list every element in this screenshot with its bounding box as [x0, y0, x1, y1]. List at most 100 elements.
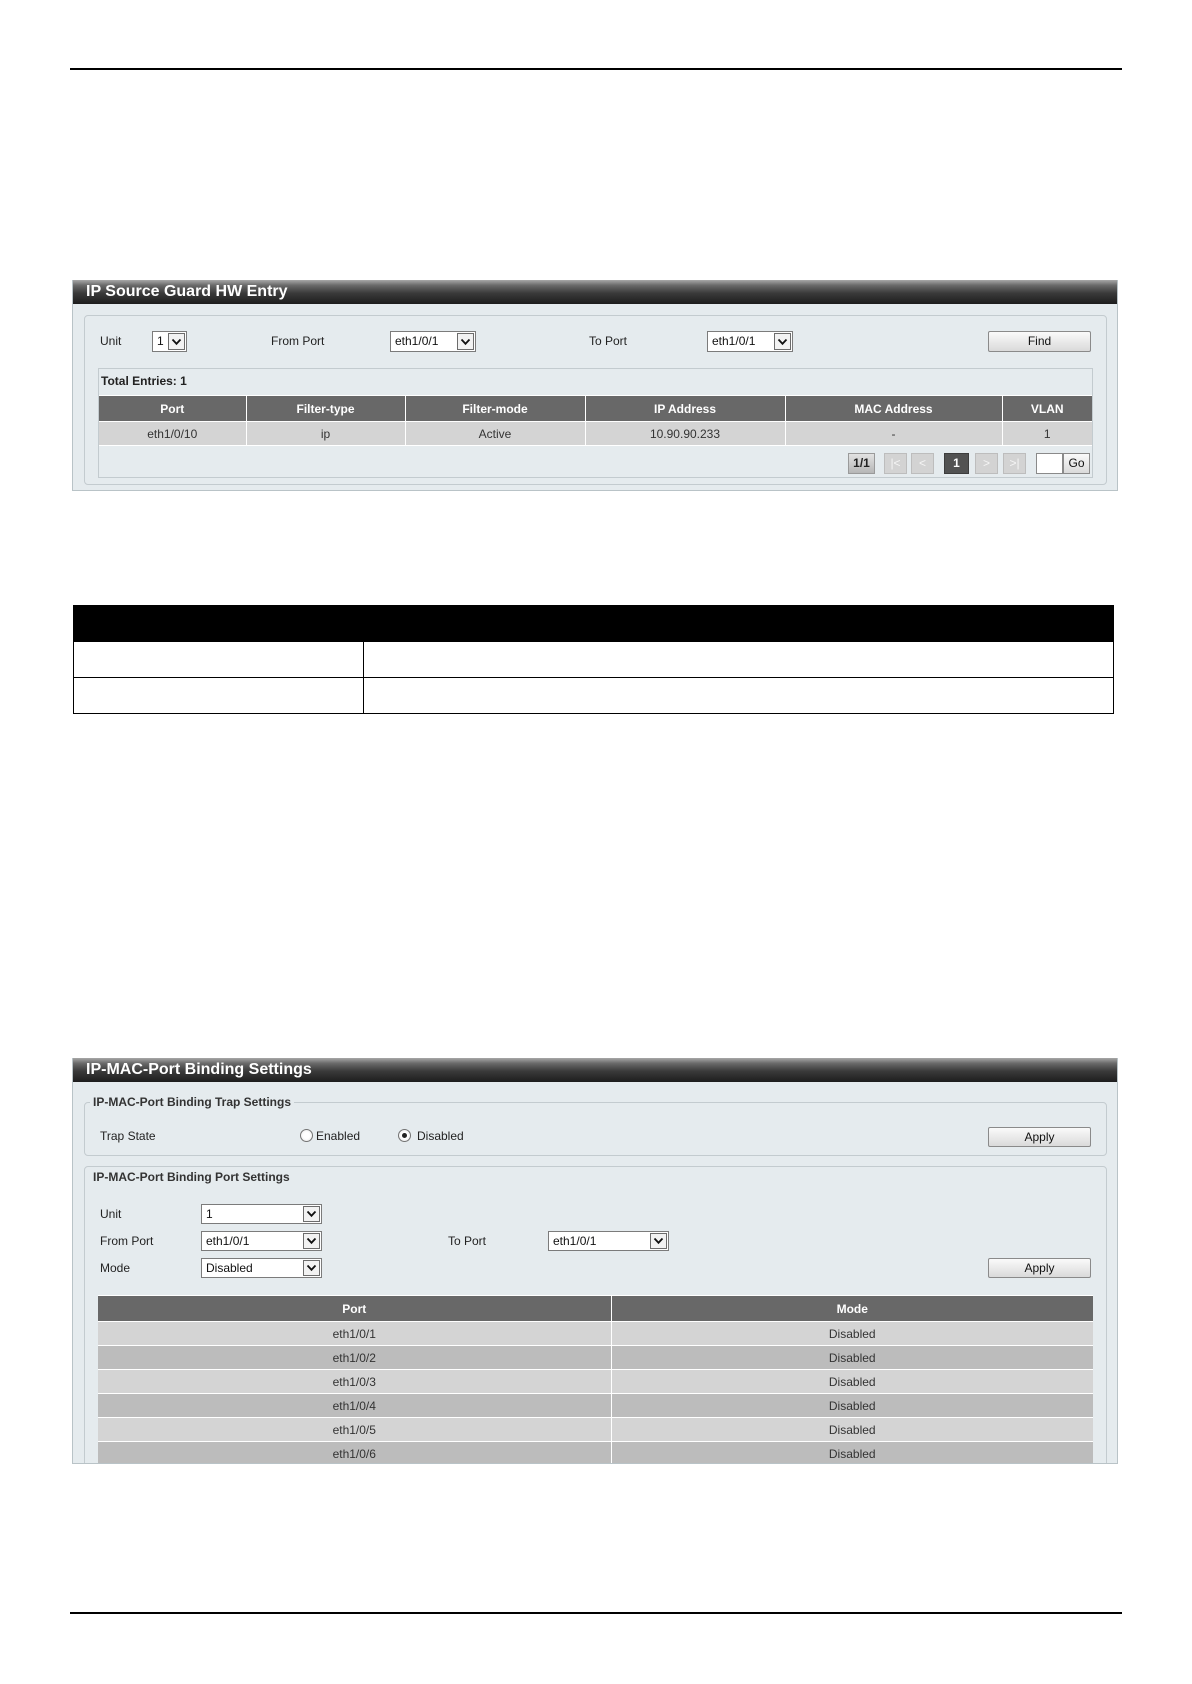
unit-label: Unit	[100, 334, 122, 348]
column-header-filter-type: Filter-type	[245, 395, 406, 422]
current-page-button[interactable]: 1	[944, 453, 969, 474]
doc-table-header-cell	[363, 605, 1114, 642]
table-row: eth1/0/3 Disabled	[98, 1369, 1093, 1394]
page-number-input[interactable]	[1036, 453, 1063, 474]
hw-entry-table: Port Filter-type Filter-mode IP Address …	[99, 395, 1092, 446]
port-binding-table: Port Mode eth1/0/1 Disabled eth1/0/2 Dis…	[98, 1295, 1093, 1463]
cell-mode: Disabled	[610, 1441, 1093, 1463]
doc-table-row	[73, 641, 1114, 678]
chevron-down-icon[interactable]	[303, 1260, 320, 1276]
unit-select[interactable]: 1	[201, 1204, 322, 1224]
cell-ip-address: 10.90.90.233	[584, 421, 786, 446]
hw-entry-filter-box: Unit 1 From Port eth1/0/1 To Port eth1/0…	[84, 315, 1107, 485]
to-port-select[interactable]: eth1/0/1	[548, 1231, 669, 1251]
unit-select[interactable]: 1	[152, 331, 187, 352]
doc-table-cell	[363, 677, 1114, 714]
trap-settings-legend: IP-MAC-Port Binding Trap Settings	[90, 1095, 294, 1109]
column-header-mode: Mode	[610, 1295, 1093, 1322]
to-port-label: To Port	[589, 334, 628, 348]
trap-enabled-radio[interactable]	[300, 1129, 313, 1142]
trap-enabled-label[interactable]: Enabled	[316, 1126, 360, 1147]
cell-filter-type: ip	[245, 421, 406, 446]
chevron-down-icon[interactable]	[303, 1206, 320, 1222]
column-header-mac-address: MAC Address	[784, 395, 1003, 422]
page-top-rule	[70, 68, 1122, 70]
doc-table-cell	[73, 641, 364, 678]
cell-mode: Disabled	[610, 1393, 1093, 1418]
cell-mac-address: -	[784, 421, 1003, 446]
column-header-port: Port	[99, 395, 247, 422]
table-row: eth1/0/2 Disabled	[98, 1345, 1093, 1370]
ip-mac-port-binding-settings-panel: IP-MAC-Port Binding Settings IP-MAC-Port…	[72, 1058, 1118, 1464]
mode-select[interactable]: Disabled	[201, 1258, 322, 1278]
cell-port: eth1/0/3	[98, 1369, 612, 1394]
from-port-select-value: eth1/0/1	[206, 1234, 250, 1248]
from-port-select[interactable]: eth1/0/1	[390, 331, 476, 352]
go-button[interactable]: Go	[1063, 453, 1090, 474]
from-port-select-value: eth1/0/1	[395, 334, 439, 348]
chevron-down-icon[interactable]	[650, 1233, 667, 1249]
table-header-row: Port Filter-type Filter-mode IP Address …	[99, 395, 1092, 422]
column-header-ip-address: IP Address	[584, 395, 786, 422]
table-row: eth1/0/10 ip Active 10.90.90.233 - 1	[99, 421, 1092, 446]
cell-mode: Disabled	[610, 1417, 1093, 1442]
to-port-select-value: eth1/0/1	[553, 1234, 597, 1248]
chevron-down-icon[interactable]	[303, 1233, 320, 1249]
cell-port: eth1/0/4	[98, 1393, 612, 1418]
trap-disabled-radio[interactable]	[398, 1129, 411, 1142]
to-port-select[interactable]: eth1/0/1	[707, 331, 793, 352]
doc-table-header-row	[73, 605, 1114, 642]
to-port-select-value: eth1/0/1	[712, 334, 756, 348]
trap-state-label: Trap State	[100, 1129, 156, 1143]
from-port-select[interactable]: eth1/0/1	[201, 1231, 322, 1251]
first-page-button[interactable]: |<	[884, 453, 907, 474]
from-port-label: From Port	[100, 1234, 154, 1248]
total-entries: Total Entries: 1	[101, 374, 187, 388]
table-row: eth1/0/4 Disabled	[98, 1393, 1093, 1418]
trap-disabled-label[interactable]: Disabled	[417, 1126, 464, 1147]
trap-settings-fieldset: IP-MAC-Port Binding Trap Settings Trap S…	[84, 1095, 1107, 1156]
doc-table	[73, 605, 1114, 714]
to-port-label: To Port	[448, 1234, 487, 1248]
panel-title: IP Source Guard HW Entry	[73, 280, 1117, 304]
table-row: eth1/0/1 Disabled	[98, 1321, 1093, 1346]
unit-select-value: 1	[157, 334, 164, 348]
column-header-vlan: VLAN	[1001, 395, 1092, 422]
panel-title: IP-MAC-Port Binding Settings	[73, 1058, 1117, 1082]
doc-table-cell	[363, 641, 1114, 678]
doc-table-cell	[73, 677, 364, 714]
chevron-down-icon[interactable]	[168, 333, 185, 350]
cell-port: eth1/0/5	[98, 1417, 612, 1442]
previous-page-button[interactable]: <	[911, 453, 934, 474]
port-apply-button[interactable]: Apply	[988, 1258, 1091, 1278]
port-settings-fieldset: IP-MAC-Port Binding Port Settings Unit 1…	[84, 1166, 1107, 1463]
find-button[interactable]: Find	[988, 331, 1091, 352]
cell-vlan: 1	[1001, 421, 1092, 446]
last-page-button[interactable]: >|	[1003, 453, 1026, 474]
port-settings-legend: IP-MAC-Port Binding Port Settings	[93, 1170, 290, 1184]
cell-port: eth1/0/1	[98, 1321, 612, 1346]
chevron-down-icon[interactable]	[774, 333, 791, 350]
cell-port: eth1/0/2	[98, 1345, 612, 1370]
table-header-row: Port Mode	[98, 1295, 1093, 1322]
column-header-port: Port	[98, 1295, 612, 1322]
cell-filter-mode: Active	[404, 421, 586, 446]
cell-port: eth1/0/10	[99, 421, 247, 446]
next-page-button[interactable]: >	[975, 453, 998, 474]
hw-entry-table-box: Total Entries: 1 Port Filter-type Filter…	[98, 368, 1093, 478]
mode-select-value: Disabled	[206, 1261, 253, 1275]
cell-port: eth1/0/6	[98, 1441, 612, 1463]
table-row: eth1/0/5 Disabled	[98, 1417, 1093, 1442]
doc-table-header-cell	[73, 605, 364, 642]
doc-table-row	[73, 677, 1114, 714]
table-row: eth1/0/6 Disabled	[98, 1441, 1093, 1463]
trap-apply-button[interactable]: Apply	[988, 1127, 1091, 1147]
chevron-down-icon[interactable]	[457, 333, 474, 350]
page-bottom-rule	[70, 1612, 1122, 1614]
unit-label: Unit	[100, 1207, 122, 1221]
from-port-label: From Port	[271, 334, 325, 348]
mode-label: Mode	[100, 1261, 131, 1275]
cell-mode: Disabled	[610, 1369, 1093, 1394]
unit-select-value: 1	[206, 1207, 213, 1221]
page-info-button[interactable]: 1/1	[848, 453, 875, 474]
